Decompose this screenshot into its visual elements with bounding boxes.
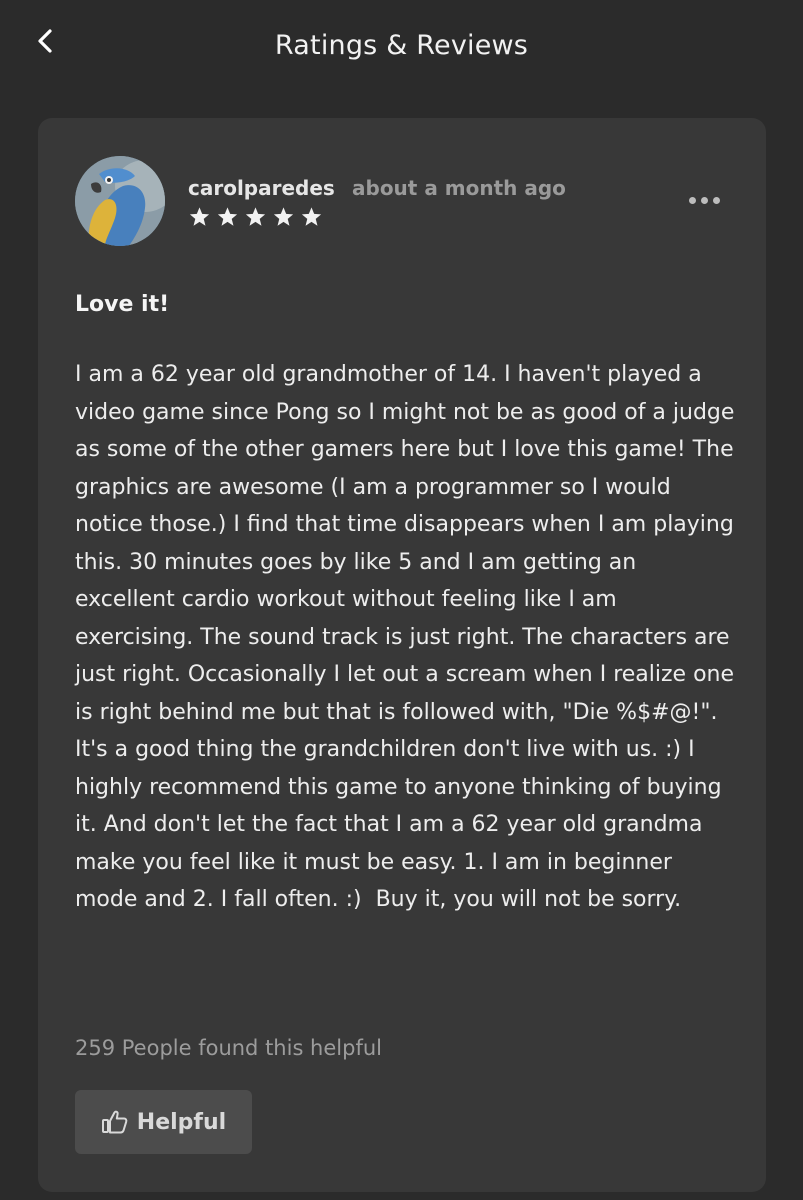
review-body: I am a 62 year old grandmother of 14. I … — [75, 362, 742, 912]
more-options-button[interactable] — [680, 184, 728, 216]
star-icon — [273, 207, 294, 226]
helpful-button-label: Helpful — [136, 1109, 227, 1135]
star-rating — [188, 206, 323, 228]
thumbs-up-icon — [101, 1110, 128, 1134]
page-title: Ratings & Reviews — [274, 30, 529, 61]
review-card: carolparedes about a month ago Love it! … — [38, 118, 766, 1192]
helpful-button[interactable]: Helpful — [75, 1090, 252, 1154]
more-horizontal-icon — [688, 196, 696, 204]
review-username[interactable]: carolparedes — [188, 176, 335, 200]
star-icon — [245, 207, 266, 226]
helpful-count: 259 People found this helpful — [75, 1036, 382, 1060]
review-timestamp: about a month ago — [352, 176, 566, 200]
star-icon — [217, 207, 238, 226]
star-icon — [301, 207, 322, 226]
header: Ratings & Reviews — [0, 0, 803, 96]
star-icon — [189, 207, 210, 226]
avatar[interactable] — [75, 156, 165, 246]
review-title: Love it! — [75, 292, 170, 317]
